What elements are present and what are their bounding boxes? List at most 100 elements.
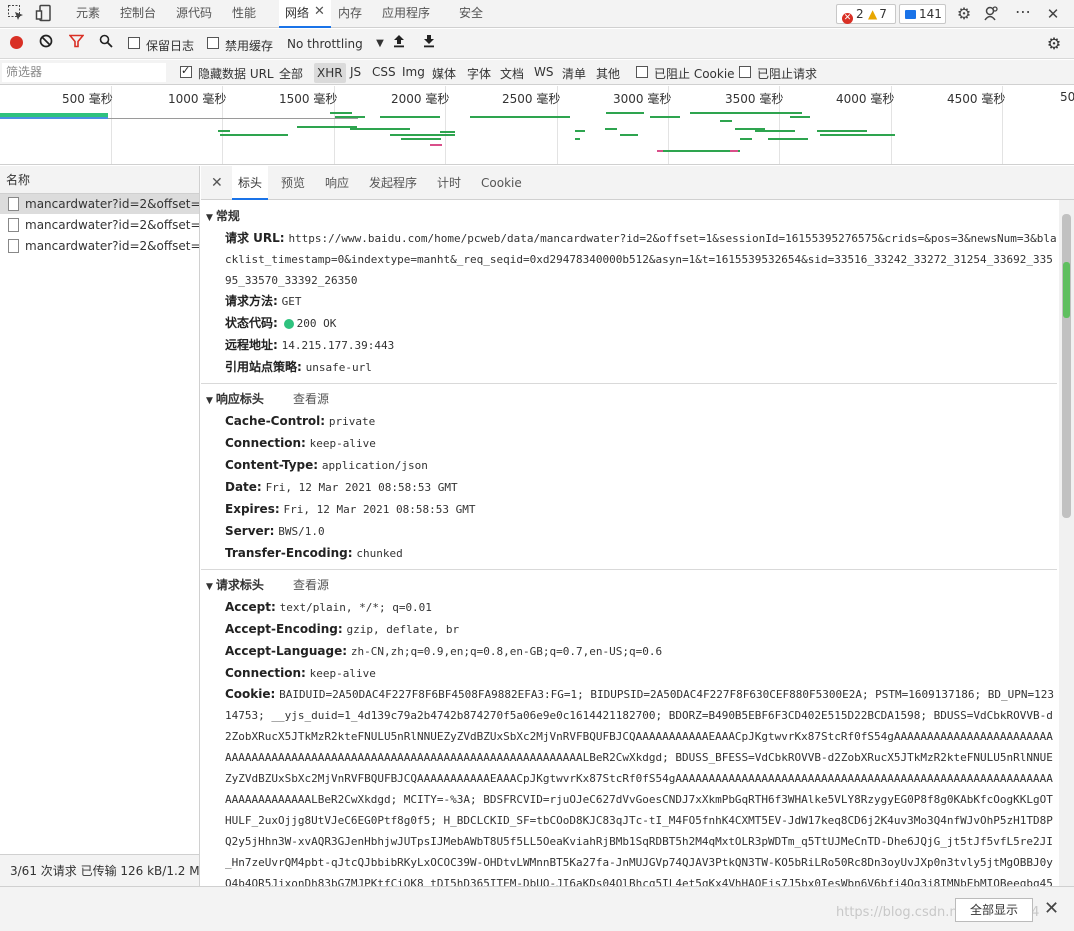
inspect-element-icon[interactable]: [6, 4, 26, 24]
tab-elements[interactable]: 元素: [70, 0, 106, 28]
remote-address-row: 远程地址: 14.215.177.39:443: [225, 334, 1057, 357]
export-har-icon[interactable]: [419, 34, 439, 54]
tab-response[interactable]: 响应: [319, 166, 355, 200]
tab-sources[interactable]: 源代码: [170, 0, 218, 28]
scrollbar-thumb[interactable]: [1062, 214, 1071, 518]
network-settings-gear-icon[interactable]: ⚙: [1044, 34, 1064, 54]
blocked-cookies-checkbox[interactable]: [636, 66, 648, 78]
messages-badge[interactable]: 141: [899, 4, 946, 24]
header-row: Accept-Language: zh-CN,zh;q=0.9,en;q=0.8…: [225, 640, 1057, 663]
blocked-requests-label: 已阻止请求: [757, 67, 818, 81]
hide-data-url-checkbox[interactable]: [180, 64, 192, 78]
header-value: text/plain, */*; q=0.01: [279, 601, 432, 614]
status-code-value: 200 OK: [296, 317, 337, 330]
message-icon: [905, 10, 916, 19]
record-button[interactable]: [6, 34, 26, 54]
tab-memory[interactable]: 内存: [332, 0, 368, 28]
request-headers-title: 请求标头: [215, 578, 264, 592]
header-key: Expires:: [225, 502, 280, 516]
device-toolbar-icon[interactable]: [34, 4, 54, 24]
request-list-panel: 名称 mancardwater?id=2&offset=1... mancard…: [0, 166, 200, 886]
name-column-header[interactable]: 名称: [0, 166, 199, 194]
filter-type-all[interactable]: 全部: [279, 65, 303, 82]
cookie-header-row: Cookie: BAIDUID=2A50DAC4F227F8F6BF4508FA…: [225, 684, 1057, 886]
filter-type-manifest[interactable]: 清单: [562, 65, 586, 82]
tab-timing[interactable]: 计时: [431, 166, 467, 200]
error-icon: ✕: [842, 13, 853, 24]
filter-type-doc[interactable]: 文档: [500, 65, 524, 82]
error-count: 2: [856, 7, 864, 21]
view-source-link[interactable]: 查看源: [293, 576, 329, 593]
header-value: keep-alive: [309, 437, 376, 450]
network-overview-timeline[interactable]: 500 毫秒 1000 毫秒 1500 毫秒 2000 毫秒 2500 毫秒 3…: [0, 86, 1074, 165]
search-icon[interactable]: [96, 34, 116, 54]
warning-count: 7: [879, 7, 887, 21]
header-value: Fri, 12 Mar 2021 08:58:53 GMT: [283, 503, 476, 516]
disable-cache-checkbox[interactable]: [207, 37, 219, 49]
issues-badge[interactable]: ✕ 2 ▲ 7: [836, 4, 896, 24]
response-headers-title: 响应标头: [215, 392, 264, 406]
bottom-drawer: https://blog.csdn.net/qq_44934 全部显示 ✕: [0, 886, 1074, 931]
close-tab-icon[interactable]: ✕: [314, 4, 325, 19]
remote-address-value: 14.215.177.39:443: [281, 339, 395, 352]
header-value: chunked: [356, 547, 403, 560]
tab-console[interactable]: 控制台: [114, 0, 162, 28]
request-name: mancardwater?id=2&offset=1...: [25, 197, 199, 211]
request-row[interactable]: mancardwater?id=2&offset=3...: [0, 236, 199, 256]
request-row[interactable]: mancardwater?id=2&offset=2...: [0, 215, 199, 235]
detail-tab-bar: ✕ 标头 预览 响应 发起程序 计时 Cookie: [201, 166, 1074, 200]
tab-application[interactable]: 应用程序: [376, 0, 436, 28]
close-devtools-icon[interactable]: ✕: [1043, 4, 1063, 24]
request-url-value: https://www.baidu.com/home/pcweb/data/ma…: [225, 232, 1057, 287]
filter-icon[interactable]: [66, 34, 86, 54]
close-drawer-icon[interactable]: ✕: [1044, 898, 1059, 919]
import-har-icon[interactable]: [389, 34, 409, 54]
filter-type-xhr[interactable]: XHR: [314, 63, 346, 83]
tab-headers[interactable]: 标头: [232, 166, 269, 200]
filter-type-other[interactable]: 其他: [596, 65, 620, 82]
tab-initiator[interactable]: 发起程序: [363, 166, 423, 200]
collapse-triangle-icon: ▼: [206, 582, 213, 592]
request-name: mancardwater?id=2&offset=2...: [25, 218, 199, 232]
filter-type-font[interactable]: 字体: [467, 65, 491, 82]
response-headers-section-header[interactable]: ▼ 响应标头: [206, 390, 264, 407]
header-value: application/json: [321, 459, 428, 472]
request-summary-status: 3/61 次请求 已传输 126 kB/1.2 MB: [0, 854, 199, 886]
filter-type-css[interactable]: CSS: [372, 65, 396, 79]
blocked-cookies-label: 已阻止 Cookie: [654, 67, 735, 81]
header-row: Transfer-Encoding: chunked: [225, 542, 1057, 565]
clear-icon[interactable]: [36, 34, 56, 54]
header-key: Server:: [225, 524, 275, 538]
more-menu-icon[interactable]: ⋯: [1013, 4, 1033, 24]
request-name: mancardwater?id=2&offset=3...: [25, 239, 199, 253]
preserve-log-checkbox[interactable]: [128, 37, 140, 49]
tab-preview[interactable]: 预览: [275, 166, 311, 200]
show-all-button[interactable]: 全部显示: [955, 898, 1033, 922]
chevron-down-icon[interactable]: ▼: [370, 34, 390, 54]
header-row: Connection: keep-alive: [225, 662, 1057, 685]
request-row[interactable]: mancardwater?id=2&offset=1...: [0, 194, 199, 214]
close-detail-icon[interactable]: ✕: [205, 166, 229, 200]
blocked-requests-checkbox[interactable]: [739, 66, 751, 78]
filter-type-img[interactable]: Img: [402, 65, 425, 79]
request-method-label: 请求方法:: [225, 294, 278, 308]
view-source-link[interactable]: 查看源: [293, 390, 329, 407]
tab-performance[interactable]: 性能: [226, 0, 262, 28]
general-section-header[interactable]: ▼ 常规: [206, 207, 240, 224]
header-row: Content-Type: application/json: [225, 454, 1057, 477]
request-url-row: 请求 URL: https://www.baidu.com/home/pcweb…: [225, 228, 1057, 291]
filter-type-ws[interactable]: WS: [534, 65, 553, 79]
settings-gear-icon[interactable]: ⚙: [954, 4, 974, 24]
tab-security[interactable]: 安全: [453, 0, 489, 28]
tab-network-label: 网络: [285, 6, 310, 20]
filter-input[interactable]: 筛选器: [2, 63, 166, 82]
header-key: Accept:: [225, 600, 276, 614]
filter-type-js[interactable]: JS: [350, 65, 361, 79]
connected-devices-icon[interactable]: [982, 4, 1002, 24]
throttling-select[interactable]: No throttling: [287, 37, 363, 51]
tab-cookies[interactable]: Cookie: [475, 166, 528, 200]
request-headers-section-header[interactable]: ▼ 请求标头: [206, 576, 264, 593]
filter-bar: 筛选器 隐藏数据 URL 全部 XHR JS CSS Img 媒体 字体 文档 …: [0, 60, 1074, 85]
header-key: Date:: [225, 480, 262, 494]
filter-type-media[interactable]: 媒体: [432, 65, 456, 82]
